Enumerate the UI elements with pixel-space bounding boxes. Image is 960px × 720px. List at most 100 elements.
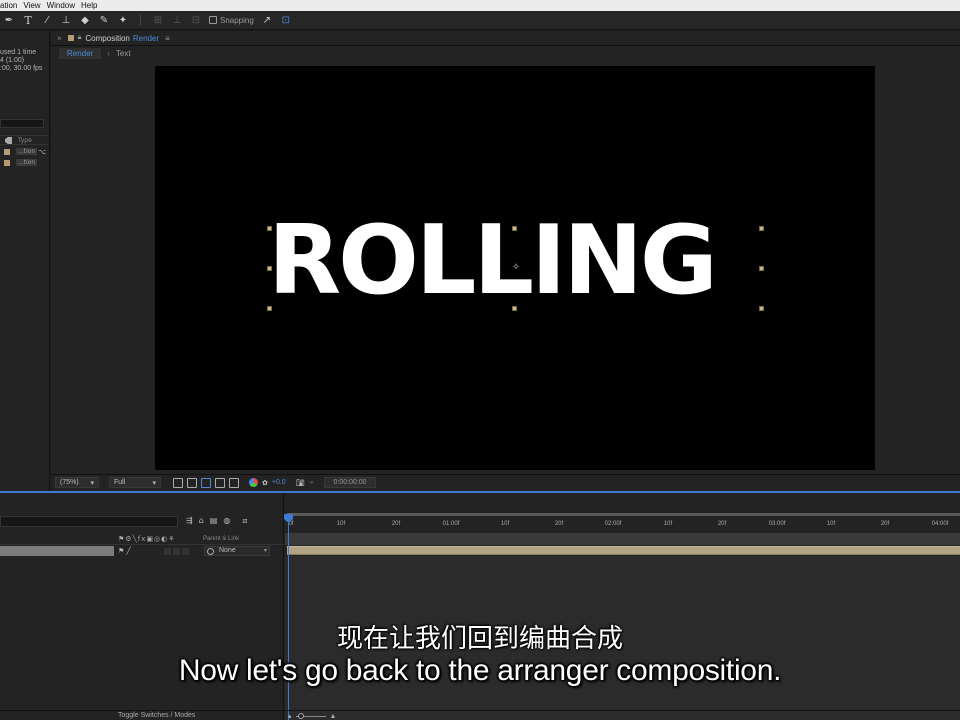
transform-handle[interactable] (759, 266, 764, 271)
frame-blending-icon[interactable]: ▤ (210, 516, 218, 526)
type-tool-icon[interactable]: T (22, 14, 34, 27)
project-search-input[interactable] (0, 119, 44, 128)
anchor-point-icon[interactable]: ✧ (511, 263, 521, 273)
project-item[interactable]: ...tion (0, 158, 49, 168)
composition-tab-name[interactable]: Render (133, 34, 159, 43)
flowchart-icon[interactable]: ⌥ (38, 148, 46, 156)
eraser-icon[interactable]: ◆ (79, 14, 91, 26)
channels-icon[interactable] (249, 478, 258, 487)
zoom-in-icon[interactable]: ▲ (330, 713, 337, 720)
ruler-label: 04:00f (931, 521, 949, 527)
toggle-switches-modes[interactable]: Toggle Switches / Modes (118, 712, 195, 719)
snapping-toggle[interactable]: Snapping (209, 16, 254, 25)
local-axis-icon[interactable]: ⊞ (152, 14, 164, 26)
world-axis-icon[interactable]: ⊥ (171, 14, 183, 26)
menu-item-view[interactable]: View (21, 1, 44, 10)
layer-switches[interactable]: ⚑ ╱ (118, 547, 131, 555)
snap-edges-icon[interactable]: ↗ (261, 14, 273, 26)
chevron-down-icon: ▾ (90, 479, 94, 487)
breadcrumb-arrow-icon: ‹ (107, 48, 110, 58)
transform-handle[interactable] (759, 306, 764, 311)
composition-tab-prefix[interactable]: Composition (85, 34, 129, 43)
ruler-label: 10f (336, 521, 346, 527)
timeline-header-track (285, 533, 960, 545)
lock-icon[interactable]: 🔒︎ (78, 34, 82, 42)
project-column-header: Type (0, 135, 49, 145)
show-snapshot-icon[interactable]: ⚭ (309, 479, 315, 487)
snap-features-icon[interactable]: ⊡ (280, 14, 292, 26)
graph-editor-icon[interactable]: ⧄ (242, 516, 247, 526)
close-tab-icon[interactable]: × (57, 34, 62, 43)
label-swatch[interactable] (4, 149, 10, 155)
brush-tool-icon[interactable]: ⁄ (41, 14, 53, 26)
puppet-pin-icon[interactable]: ✦ (117, 14, 129, 26)
project-item[interactable]: ...tion ⌥ (0, 147, 49, 157)
zoom-track[interactable] (295, 712, 326, 719)
motion-blur-icon[interactable]: ◍ (223, 516, 230, 526)
resolution-dropdown[interactable]: Full ▾ (109, 477, 161, 488)
parent-link-header[interactable]: Parent & Link (203, 536, 239, 542)
timeline-layer-row[interactable]: ⚑ ╱ None ▾ (0, 546, 284, 556)
menu-bar: ation View Window Help (0, 0, 960, 11)
snapping-label: Snapping (220, 15, 254, 25)
switches-header-icons: ⚑⚙╲fx▣◎◐⚘ (118, 535, 176, 543)
layer-switch-boxes (164, 548, 189, 555)
clone-stamp-icon[interactable]: ⊥ (60, 14, 72, 26)
transform-handle[interactable] (267, 306, 272, 311)
project-item-type: ...tion (16, 148, 38, 155)
composition-viewer[interactable]: ROLLING ✧ (155, 66, 875, 470)
shy-layers-icon[interactable]: ⌂ (199, 516, 204, 526)
viewer-text-layer[interactable]: ROLLING (268, 214, 718, 309)
ruler-label: 03:00f (768, 521, 786, 527)
parent-dropdown[interactable]: None ▾ (204, 546, 270, 556)
ruler-label: 20f (391, 521, 401, 527)
zoom-out-icon[interactable]: ▴ (288, 712, 292, 720)
current-time-display[interactable]: 0:00:00:00 (324, 477, 376, 488)
transparency-grid-icon[interactable] (187, 477, 197, 488)
column-type[interactable]: Type (18, 137, 32, 144)
magnification-value: (75%) (60, 479, 79, 486)
magnification-dropdown[interactable]: (75%) ▾ (55, 477, 99, 488)
breadcrumb-text[interactable]: Text (116, 49, 131, 58)
timeline-search-input[interactable] (0, 516, 178, 527)
zoom-knob[interactable] (297, 712, 304, 719)
3d-view-icon[interactable] (229, 477, 239, 488)
pen-tool-icon[interactable]: ✒ (3, 14, 15, 26)
label-tag-icon[interactable] (5, 137, 12, 144)
menu-item-animation[interactable]: ation (0, 1, 21, 10)
pick-whip-icon[interactable] (207, 548, 214, 555)
region-of-interest-icon[interactable] (173, 477, 183, 488)
snapping-checkbox[interactable] (209, 16, 217, 24)
mask-visibility-icon[interactable] (201, 477, 211, 488)
menu-item-window[interactable]: Window (45, 1, 79, 10)
transform-handle[interactable] (267, 226, 272, 231)
ruler-label: 20f (554, 521, 564, 527)
tools-toolbar: ✒ T ⁄ ⊥ ◆ ✎ ✦ ⊞ ⊥ ⊟ Snapping ↗ ⊡ (0, 11, 960, 30)
breadcrumb-render[interactable]: Render (59, 47, 102, 59)
ruler-label: 10f (826, 521, 836, 527)
time-ruler[interactable]: 0f 10f 20f 01:00f 10f 20f 02:00f 10f 20f… (285, 515, 960, 529)
menu-item-help[interactable]: Help (79, 1, 101, 10)
composition-flowchart-icon[interactable]: ⇶ (186, 516, 193, 526)
chevron-down-icon: ▾ (263, 548, 267, 554)
exposure-value[interactable]: +0.0 (272, 479, 286, 486)
transform-handle[interactable] (512, 226, 517, 231)
grid-guides-icon[interactable] (215, 477, 225, 488)
color-management-icon[interactable]: ✿ (262, 479, 268, 487)
transform-handle[interactable] (267, 266, 272, 271)
resolution-value: Full (114, 479, 126, 486)
transform-handle[interactable] (512, 306, 517, 311)
layer-selection[interactable] (0, 546, 114, 556)
timeline-switch-icons: ⇶ ⌂ ▤ ◍ ⧄ (186, 516, 247, 526)
label-swatch[interactable] (4, 160, 10, 166)
timeline-zoom-slider[interactable]: ▴ ▲ (288, 712, 336, 720)
ruler-label: 01:00f (442, 521, 460, 527)
transform-handle[interactable] (759, 226, 764, 231)
roto-brush-icon[interactable]: ✎ (98, 14, 110, 26)
layer-duration-bar[interactable] (287, 546, 960, 555)
ruler-label: 10f (663, 521, 673, 527)
snapshot-icon[interactable]: 📷︎ (296, 479, 305, 487)
view-axis-icon[interactable]: ⊟ (190, 14, 202, 26)
panel-menu-icon[interactable]: ≡ (165, 34, 170, 43)
project-item-info: used 1 time 4 (1.00) :00, 30.00 fps (0, 49, 42, 73)
